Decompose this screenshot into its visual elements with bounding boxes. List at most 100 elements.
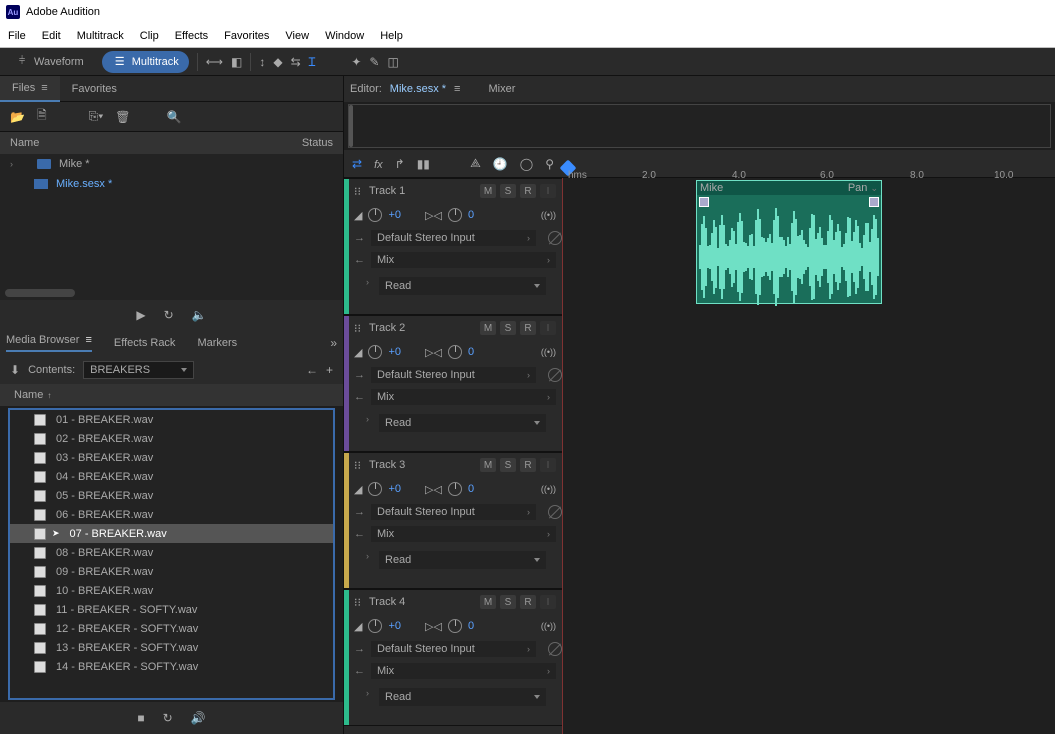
editor-tab[interactable]: Editor: Mike.sesx * ≡ bbox=[350, 83, 460, 95]
menu-effects[interactable]: Effects bbox=[175, 30, 208, 42]
tool-b-icon[interactable]: ◧ bbox=[231, 55, 242, 69]
browser-item[interactable]: 13 - BREAKER - SOFTY.wav bbox=[10, 638, 333, 657]
pan-value[interactable]: 0 bbox=[468, 209, 474, 221]
tool-hand-icon[interactable]: ⟷ bbox=[206, 55, 223, 69]
track-header[interactable]: ⁝⁝ Track 1 M S R I ◢ +0 ▷◁ 0 ((•)) → Def… bbox=[344, 178, 562, 315]
open-file-icon[interactable]: 📂 bbox=[10, 110, 25, 124]
browser-item[interactable]: 09 - BREAKER.wav bbox=[10, 562, 333, 581]
mixer-tab[interactable]: Mixer bbox=[488, 83, 515, 95]
input-dropdown[interactable]: Default Stereo Input› bbox=[371, 230, 536, 246]
menu-window[interactable]: Window bbox=[325, 30, 364, 42]
stereo-icon[interactable]: ((•)) bbox=[541, 210, 556, 220]
output-dropdown[interactable]: Mix› bbox=[371, 663, 556, 679]
eq-icon[interactable]: ▮▮ bbox=[417, 157, 430, 171]
stereo-icon[interactable]: ((•)) bbox=[541, 621, 556, 631]
tool-razor-icon[interactable]: ◆ bbox=[273, 55, 282, 69]
solo-button[interactable]: S bbox=[500, 595, 516, 609]
input-dropdown[interactable]: Default Stereo Input› bbox=[371, 641, 536, 657]
fade-in-handle[interactable] bbox=[699, 197, 709, 207]
loop-icon[interactable]: ↻ bbox=[164, 308, 174, 322]
volume-value[interactable]: +0 bbox=[388, 483, 401, 495]
pan-knob[interactable] bbox=[448, 208, 462, 222]
browser-item[interactable]: 02 - BREAKER.wav bbox=[10, 429, 333, 448]
mute-button[interactable]: M bbox=[480, 321, 496, 335]
disclosure-icon[interactable]: › bbox=[10, 159, 13, 169]
favorites-tab[interactable]: Favorites bbox=[60, 77, 129, 101]
browser-item[interactable]: 14 - BREAKER - SOFTY.wav bbox=[10, 657, 333, 676]
audio-clip[interactable]: Mike Pan ⌄ bbox=[696, 180, 882, 304]
file-row-session[interactable]: Mike.sesx * bbox=[0, 174, 343, 194]
loop2-icon[interactable]: ↻ bbox=[163, 711, 173, 725]
input-monitor-button[interactable]: I bbox=[540, 458, 556, 472]
autoplay2-icon[interactable]: 🔊 bbox=[191, 711, 206, 725]
output-dropdown[interactable]: Mix› bbox=[371, 389, 556, 405]
track-header[interactable]: ⁝⁝ Track 3 M S R I ◢ +0 ▷◁ 0 ((•)) → Def… bbox=[344, 452, 562, 589]
browser-item[interactable]: 05 - BREAKER.wav bbox=[10, 486, 333, 505]
record-button[interactable]: R bbox=[520, 321, 536, 335]
pin-icon[interactable]: ⚲ bbox=[545, 157, 554, 171]
automation-dropdown[interactable]: Read bbox=[379, 277, 546, 295]
volume-knob[interactable] bbox=[368, 345, 382, 359]
input-dropdown[interactable]: Default Stereo Input› bbox=[371, 504, 536, 520]
mode-waveform[interactable]: ⫩ Waveform bbox=[4, 51, 94, 73]
tool-time-select-icon[interactable]: Ɪ bbox=[309, 53, 316, 70]
chevron-right-icon[interactable]: › bbox=[366, 277, 369, 287]
input-dropdown[interactable]: Default Stereo Input› bbox=[371, 367, 536, 383]
volume-value[interactable]: +0 bbox=[388, 209, 401, 221]
solo-button[interactable]: S bbox=[500, 458, 516, 472]
track-name-label[interactable]: Track 2 bbox=[369, 322, 405, 334]
phase-icon[interactable] bbox=[548, 368, 562, 382]
pan-knob[interactable] bbox=[448, 482, 462, 496]
solo-button[interactable]: S bbox=[500, 184, 516, 198]
send-icon[interactable]: ↱ bbox=[395, 157, 405, 171]
insert-icon[interactable]: ⎘▾ bbox=[89, 109, 104, 124]
browser-item[interactable]: 10 - BREAKER.wav bbox=[10, 581, 333, 600]
track-name-label[interactable]: Track 3 bbox=[369, 459, 405, 471]
record-button[interactable]: R bbox=[520, 458, 536, 472]
grip-icon[interactable]: ⁝⁝ bbox=[354, 459, 361, 472]
menu-multitrack[interactable]: Multitrack bbox=[77, 30, 124, 42]
expand-panel-icon[interactable]: » bbox=[330, 336, 337, 350]
browser-item[interactable]: 08 - BREAKER.wav bbox=[10, 543, 333, 562]
clock-icon[interactable]: 🕘 bbox=[493, 157, 508, 171]
add-shortcut-icon[interactable]: + bbox=[326, 363, 333, 377]
browser-item[interactable]: 03 - BREAKER.wav bbox=[10, 448, 333, 467]
pan-value[interactable]: 0 bbox=[468, 346, 474, 358]
menu-file[interactable]: File bbox=[8, 30, 26, 42]
solo-button[interactable]: S bbox=[500, 321, 516, 335]
track-header[interactable]: ⁝⁝ Track 2 M S R I ◢ +0 ▷◁ 0 ((•)) → Def… bbox=[344, 315, 562, 452]
search-icon[interactable]: 🔍 bbox=[166, 110, 181, 124]
pan-knob[interactable] bbox=[448, 619, 462, 633]
chevron-right-icon[interactable]: › bbox=[366, 414, 369, 424]
input-monitor-button[interactable]: I bbox=[540, 321, 556, 335]
mode-multitrack[interactable]: ☰ Multitrack bbox=[102, 51, 189, 73]
volume-value[interactable]: +0 bbox=[388, 620, 401, 632]
fade-out-handle[interactable] bbox=[869, 197, 879, 207]
menu-help[interactable]: Help bbox=[380, 30, 403, 42]
files-tab[interactable]: Files ≡ bbox=[0, 76, 60, 102]
autoplay-icon[interactable]: 🔈 bbox=[192, 308, 207, 322]
browser-item[interactable]: 06 - BREAKER.wav bbox=[10, 505, 333, 524]
tool-eraser-icon[interactable]: ◫ bbox=[387, 55, 398, 69]
chevron-right-icon[interactable]: › bbox=[366, 551, 369, 561]
pan-value[interactable]: 0 bbox=[468, 483, 474, 495]
new-file-icon[interactable]: 🗎 bbox=[37, 106, 47, 127]
pan-knob[interactable] bbox=[448, 345, 462, 359]
tool-brush-icon[interactable]: ✎ bbox=[369, 55, 379, 69]
browser-item[interactable]: 01 - BREAKER.wav bbox=[10, 410, 333, 429]
menu-view[interactable]: View bbox=[285, 30, 309, 42]
browser-name-header[interactable]: Name ↑ bbox=[0, 384, 343, 406]
volume-value[interactable]: +0 bbox=[388, 346, 401, 358]
tool-spot-heal-icon[interactable]: ✦ bbox=[351, 55, 361, 69]
back-icon[interactable]: ← bbox=[306, 363, 318, 377]
fx-icon[interactable]: fx bbox=[374, 157, 383, 171]
menu-favorites[interactable]: Favorites bbox=[224, 30, 269, 42]
track-name-label[interactable]: Track 4 bbox=[369, 596, 405, 608]
files-name-header[interactable]: Name Status bbox=[0, 132, 343, 154]
file-list-scrollbar[interactable] bbox=[0, 286, 343, 300]
markers-tab[interactable]: Markers bbox=[197, 337, 237, 349]
media-browser-tab[interactable]: Media Browser ≡ bbox=[6, 334, 92, 352]
track-header[interactable]: ⁝⁝ Track 4 M S R I ◢ +0 ▷◁ 0 ((•)) → Def… bbox=[344, 589, 562, 726]
record-button[interactable]: R bbox=[520, 184, 536, 198]
mute-button[interactable]: M bbox=[480, 458, 496, 472]
